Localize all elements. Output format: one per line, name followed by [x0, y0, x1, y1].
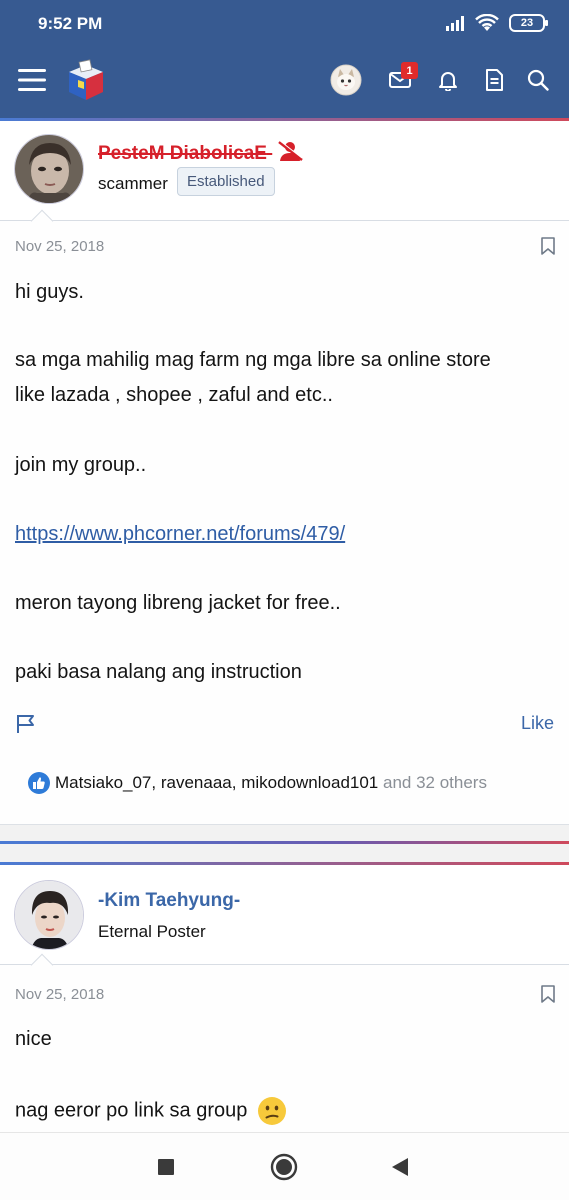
search-icon	[527, 69, 549, 91]
bookmark-icon[interactable]	[540, 237, 556, 255]
reaction-separator: ,	[231, 773, 237, 792]
home-button[interactable]	[266, 1151, 302, 1183]
inbox-button[interactable]: 1	[380, 58, 420, 102]
post-text-line-with-emoji: nag eeror po link sa group	[15, 1096, 287, 1126]
flag-icon	[17, 715, 34, 733]
reaction-user-link[interactable]: ravenaaa	[161, 773, 232, 793]
document-icon	[486, 69, 503, 91]
author-badge: Established	[177, 167, 275, 196]
search-button[interactable]	[518, 58, 558, 102]
whats-new-button[interactable]	[474, 58, 514, 102]
inbox-count-badge: 1	[401, 62, 418, 79]
post-date[interactable]: Nov 25, 2018	[15, 986, 104, 1003]
post-text-line: meron tayong libreng jacket for free..	[15, 592, 341, 614]
post-text-line: paki basa nalang ang instruction	[15, 661, 302, 683]
report-button[interactable]	[14, 712, 38, 736]
author-title: Eternal Poster	[98, 922, 206, 941]
post-text-line: hi guys.	[15, 281, 84, 303]
banned-user-icon	[278, 139, 304, 161]
wifi-icon	[475, 14, 499, 31]
account-avatar-button[interactable]	[326, 58, 366, 102]
post-text-line: sa mga mahilig mag farm ng mga libre sa …	[15, 349, 491, 371]
recents-button[interactable]	[148, 1151, 184, 1183]
circle-home-icon	[270, 1153, 298, 1181]
header-caret	[30, 953, 54, 977]
site-logo[interactable]	[62, 58, 110, 102]
confused-emoji-icon	[257, 1097, 286, 1125]
alerts-button[interactable]	[428, 58, 468, 102]
status-icons: 23	[445, 14, 548, 32]
system-navigation-bar	[0, 1132, 569, 1200]
man-avatar-icon	[15, 881, 83, 949]
author-title: scammer	[98, 174, 168, 193]
battery-indicator: 23	[509, 14, 548, 32]
post-text: nag eeror po link sa group	[15, 1099, 248, 1122]
reactions-bar[interactable]: Matsiako_07, ravenaaa, mikodownload101 a…	[28, 772, 487, 794]
reaction-user-link[interactable]: mikodownload101	[241, 773, 378, 793]
header-caret	[30, 209, 54, 233]
hamburger-icon	[18, 69, 46, 91]
thumbs-up-icon	[28, 772, 50, 794]
ballot-box-logo-icon	[69, 59, 103, 100]
reaction-others-link[interactable]: and 32 others	[383, 773, 487, 793]
author-avatar[interactable]	[14, 880, 84, 950]
status-time: 9:52 PM	[38, 14, 103, 33]
reaction-separator: ,	[151, 773, 157, 792]
app-bar: 9:52 PM 23 1	[0, 0, 569, 118]
battery-level: 23	[520, 17, 534, 29]
post-text-line: join my group..	[15, 454, 147, 476]
like-button[interactable]: Like	[521, 713, 554, 734]
post-author-header	[0, 865, 569, 977]
square-icon	[158, 1159, 174, 1175]
separator-accent-line	[0, 841, 569, 844]
post-author-header	[0, 121, 569, 233]
bookmark-icon[interactable]	[540, 985, 556, 1003]
girl-avatar-icon	[15, 135, 83, 203]
author-username[interactable]: PesteM DiabolicaE	[98, 139, 304, 165]
post-text-line: like lazada , shopee , zaful and etc..	[15, 384, 333, 406]
cat-avatar-icon	[330, 64, 362, 96]
author-avatar[interactable]	[14, 134, 84, 204]
post-text-line: nice	[15, 1028, 52, 1050]
signal-icon	[446, 16, 464, 31]
author-username-text: PesteM DiabolicaE	[98, 143, 267, 164]
author-username[interactable]: -Kim Taehyung-	[98, 890, 240, 912]
bell-icon	[439, 72, 457, 91]
post-separator	[0, 824, 569, 864]
post-date[interactable]: Nov 25, 2018	[15, 238, 104, 255]
back-button[interactable]	[382, 1151, 418, 1183]
group-link[interactable]: https://www.phcorner.net/forums/479/	[15, 523, 345, 546]
triangle-back-icon	[392, 1158, 408, 1176]
reaction-user-link[interactable]: Matsiako_07	[55, 773, 151, 793]
menu-button[interactable]	[12, 58, 52, 102]
